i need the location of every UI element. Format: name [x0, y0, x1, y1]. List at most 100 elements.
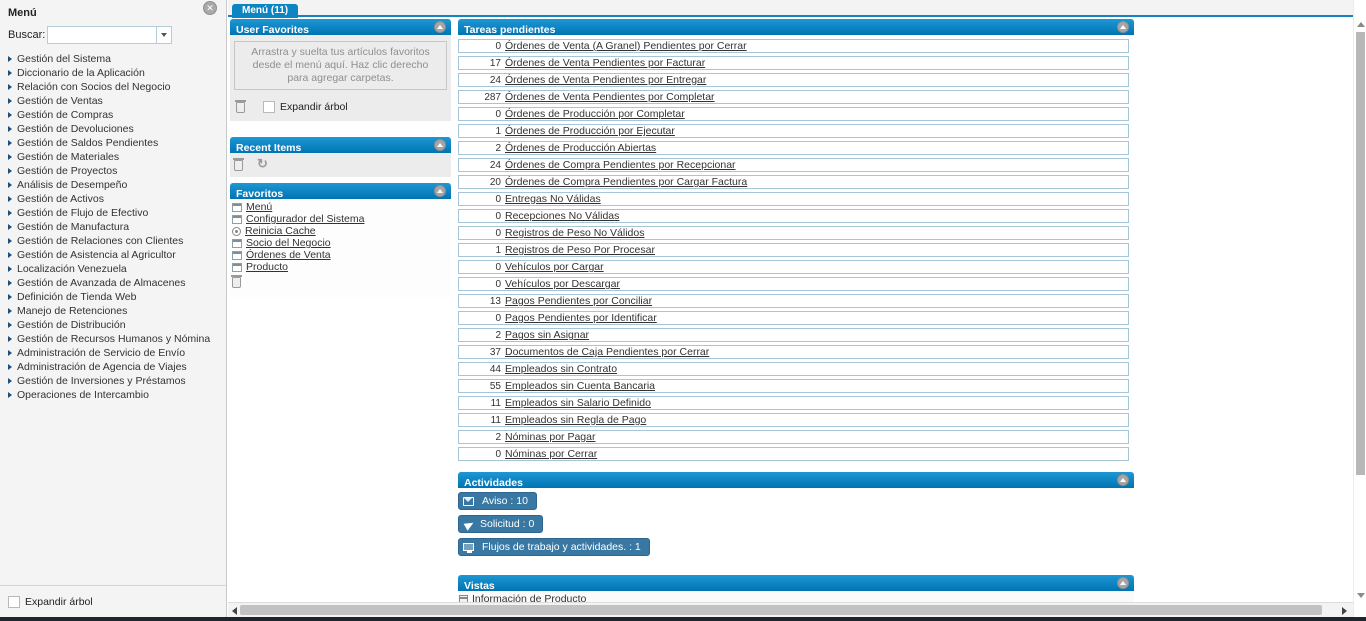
sidebar-tree-item[interactable]: Manejo de Retenciones: [8, 304, 226, 318]
task-link[interactable]: Órdenes de Venta Pendientes por Facturar: [505, 57, 705, 69]
scroll-right-icon[interactable]: [1342, 607, 1347, 615]
task-link[interactable]: Registros de Peso Por Procesar: [505, 244, 655, 256]
expand-arrow-icon[interactable]: [8, 350, 12, 356]
refresh-icon[interactable]: [257, 159, 269, 171]
expand-arrow-icon[interactable]: [8, 294, 12, 300]
sidebar-tree-item[interactable]: Operaciones de Intercambio: [8, 388, 226, 402]
favorite-item-link[interactable]: Órdenes de Venta: [246, 249, 331, 261]
task-link[interactable]: Empleados sin Regla de Pago: [505, 414, 646, 426]
expand-arrow-icon[interactable]: [8, 336, 12, 342]
sidebar-tree-item[interactable]: Gestión de Relaciones con Clientes: [8, 234, 226, 248]
favorite-item[interactable]: Configurador del Sistema: [232, 213, 451, 225]
sidebar-tree-item[interactable]: Gestión de Flujo de Efectivo: [8, 206, 226, 220]
task-link[interactable]: Empleados sin Cuenta Bancaria: [505, 380, 655, 392]
task-link[interactable]: Recepciones No Válidas: [505, 210, 619, 222]
expand-arrow-icon[interactable]: [8, 140, 12, 146]
collapse-icon[interactable]: [434, 185, 446, 197]
task-link[interactable]: Documentos de Caja Pendientes por Cerrar: [505, 346, 709, 358]
activity-button[interactable]: Solicitud : 0: [458, 515, 543, 533]
expand-arrow-icon[interactable]: [8, 154, 12, 160]
sidebar-tree-item[interactable]: Gestión de Ventas: [8, 94, 226, 108]
task-link[interactable]: Pagos sin Asignar: [505, 329, 589, 341]
collapse-icon[interactable]: [434, 139, 446, 151]
favorite-item[interactable]: Menú: [232, 201, 451, 213]
task-link[interactable]: Nóminas por Cerrar: [505, 448, 597, 460]
task-link[interactable]: Órdenes de Venta Pendientes por Entregar: [505, 74, 706, 86]
activity-button[interactable]: Aviso : 10: [458, 492, 537, 510]
expand-arrow-icon[interactable]: [8, 378, 12, 384]
activity-button[interactable]: Flujos de trabajo y actividades. : 1: [458, 538, 650, 556]
favorite-item-link[interactable]: Producto: [246, 261, 288, 273]
task-link[interactable]: Nóminas por Pagar: [505, 431, 595, 443]
sidebar-tree-item[interactable]: Gestión de Recursos Humanos y Nómina: [8, 332, 226, 346]
trash-icon[interactable]: [232, 277, 241, 288]
expand-arrow-icon[interactable]: [8, 266, 12, 272]
sidebar-tree-item[interactable]: Gestión de Distribución: [8, 318, 226, 332]
sidebar-tree-item[interactable]: Relación con Socios del Negocio: [8, 80, 226, 94]
expand-tree-checkbox[interactable]: [263, 101, 275, 113]
collapse-icon[interactable]: [434, 21, 446, 33]
expand-arrow-icon[interactable]: [8, 168, 12, 174]
sidebar-tree-item[interactable]: Gestión de Inversiones y Préstamos: [8, 374, 226, 388]
task-link[interactable]: Entregas No Válidas: [505, 193, 601, 205]
sidebar-tree-item[interactable]: Definición de Tienda Web: [8, 290, 226, 304]
sidebar-tree-item[interactable]: Gestión del Sistema: [8, 52, 226, 66]
vertical-scrollbar[interactable]: [1353, 0, 1366, 617]
expand-arrow-icon[interactable]: [8, 56, 12, 62]
task-link[interactable]: Empleados sin Salario Definido: [505, 397, 651, 409]
sidebar-tree-item[interactable]: Análisis de Desempeño: [8, 178, 226, 192]
collapse-icon[interactable]: [1117, 474, 1129, 486]
expand-arrow-icon[interactable]: [8, 98, 12, 104]
sidebar-tree-item[interactable]: Gestión de Activos: [8, 192, 226, 206]
expand-arrow-icon[interactable]: [8, 84, 12, 90]
vertical-scroll-thumb[interactable]: [1356, 32, 1365, 475]
task-link[interactable]: Órdenes de Venta (A Granel) Pendientes p…: [505, 40, 747, 52]
scroll-left-icon[interactable]: [232, 607, 237, 615]
horizontal-scrollbar[interactable]: [228, 602, 1353, 617]
task-link[interactable]: Órdenes de Venta Pendientes por Completa…: [505, 91, 715, 103]
expand-arrow-icon[interactable]: [8, 126, 12, 132]
sidebar-tree-item[interactable]: Gestión de Asistencia al Agricultor: [8, 248, 226, 262]
collapse-icon[interactable]: [1117, 577, 1129, 589]
task-link[interactable]: Registros de Peso No Válidos: [505, 227, 645, 239]
sidebar-tree-item[interactable]: Diccionario de la Aplicación: [8, 66, 226, 80]
expand-arrow-icon[interactable]: [8, 70, 12, 76]
collapse-icon[interactable]: [1117, 21, 1129, 33]
task-link[interactable]: Órdenes de Producción Abiertas: [505, 142, 656, 154]
expand-tree-checkbox[interactable]: [8, 596, 20, 608]
expand-arrow-icon[interactable]: [8, 238, 12, 244]
sidebar-tree-item[interactable]: Gestión de Compras: [8, 108, 226, 122]
expand-arrow-icon[interactable]: [8, 112, 12, 118]
task-link[interactable]: Empleados sin Contrato: [505, 363, 617, 375]
expand-arrow-icon[interactable]: [8, 210, 12, 216]
scroll-down-icon[interactable]: [1357, 593, 1365, 598]
trash-icon[interactable]: [234, 160, 243, 171]
favorite-item[interactable]: Producto: [232, 261, 451, 273]
scroll-up-icon[interactable]: [1357, 22, 1365, 27]
expand-arrow-icon[interactable]: [8, 196, 12, 202]
favorite-item-link[interactable]: Menú: [246, 201, 272, 213]
search-dropdown-button[interactable]: [157, 26, 172, 44]
task-link[interactable]: Vehículos por Descargar: [505, 278, 620, 290]
horizontal-scroll-thumb[interactable]: [240, 605, 1322, 615]
trash-icon[interactable]: [236, 102, 245, 113]
task-link[interactable]: Vehículos por Cargar: [505, 261, 604, 273]
favorite-item-link[interactable]: Configurador del Sistema: [246, 213, 364, 225]
favorite-item[interactable]: Socio del Negocio: [232, 237, 451, 249]
favorite-item[interactable]: Órdenes de Venta: [232, 249, 451, 261]
favorite-item-link[interactable]: Socio del Negocio: [246, 237, 331, 249]
expand-arrow-icon[interactable]: [8, 322, 12, 328]
sidebar-tree-item[interactable]: Gestión de Manufactura: [8, 220, 226, 234]
favorite-item-link[interactable]: Reinicia Cache: [245, 225, 316, 237]
sidebar-tree-item[interactable]: Administración de Agencia de Viajes: [8, 360, 226, 374]
sidebar-tree-item[interactable]: Gestión de Avanzada de Almacenes: [8, 276, 226, 290]
search-input[interactable]: [47, 26, 157, 44]
task-link[interactable]: Órdenes de Producción por Ejecutar: [505, 125, 675, 137]
favorite-item[interactable]: Reinicia Cache: [232, 225, 451, 237]
task-link[interactable]: Órdenes de Compra Pendientes por Cargar …: [505, 176, 747, 188]
expand-arrow-icon[interactable]: [8, 392, 12, 398]
task-link[interactable]: Órdenes de Producción por Completar: [505, 108, 685, 120]
expand-arrow-icon[interactable]: [8, 364, 12, 370]
task-link[interactable]: Órdenes de Compra Pendientes por Recepci…: [505, 159, 736, 171]
task-link[interactable]: Pagos Pendientes por Identificar: [505, 312, 657, 324]
